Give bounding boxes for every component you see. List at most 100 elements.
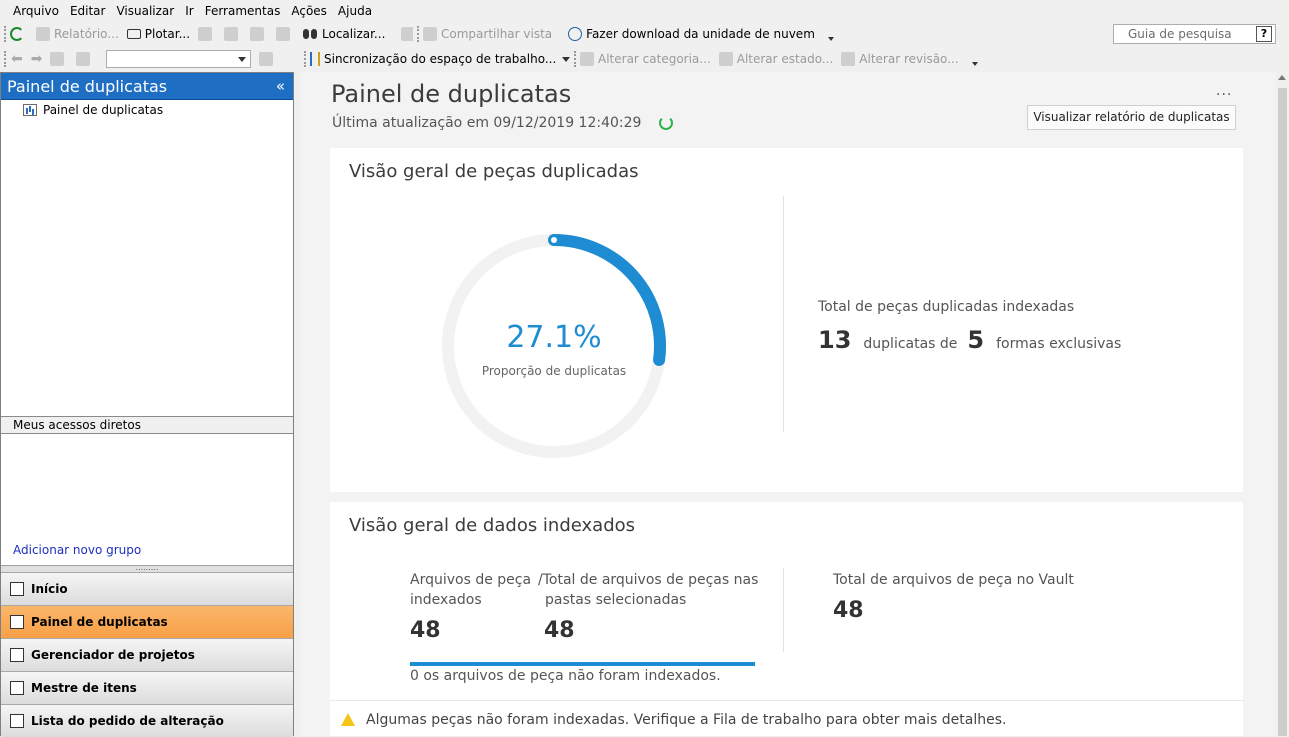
address-combo[interactable]	[106, 50, 252, 68]
change-category-button[interactable]: Alterar categoria...	[580, 52, 711, 66]
find-label: Localizar...	[322, 27, 386, 41]
duplicates-count: 13	[818, 326, 852, 354]
navigation-pane: Painel de duplicatas « Painel de duplica…	[0, 72, 294, 737]
preview-button[interactable]	[224, 27, 242, 41]
warning-text: Algumas peças não foram indexadas. Verif…	[366, 712, 1007, 728]
standard-toolbar: Relatório... Plotar... Localizar...	[0, 23, 439, 45]
nav-duplicates-dashboard[interactable]: Painel de duplicatas	[1, 605, 293, 638]
history-button[interactable]	[259, 52, 277, 66]
plot-button[interactable]: Plotar...	[126, 27, 190, 41]
main-content: Painel de duplicatas Última atualização …	[300, 72, 1276, 736]
sync-toolbar: Sincronização do espaço de trabalho...	[300, 48, 590, 70]
menu-visualizar[interactable]: Visualizar	[116, 4, 174, 18]
report-button[interactable]: Relatório...	[36, 27, 119, 41]
selected-total-value: 48	[544, 618, 575, 643]
state-icon	[718, 52, 733, 66]
collapse-pane-icon[interactable]: «	[276, 77, 285, 95]
project-icon	[10, 648, 24, 662]
nav-project-manager[interactable]: Gerenciador de projetos	[1, 638, 293, 671]
change-state-label: Alterar estado...	[736, 52, 834, 66]
menu-acoes[interactable]: Ações	[291, 4, 327, 18]
vault-total-value: 48	[833, 598, 864, 623]
shortcuts-header: Meus acessos diretos	[1, 416, 293, 434]
binoculars-icon	[302, 27, 318, 41]
duplicates-overview-card: Visão geral de peças duplicadas 27.1% Pr…	[330, 148, 1243, 492]
menu-ajuda[interactable]: Ajuda	[338, 4, 372, 18]
up-folder-button[interactable]	[50, 52, 68, 66]
cloud-toolbar: Compartilhar vista Fazer download da uni…	[413, 23, 834, 45]
change-revision-label: Alterar revisão...	[859, 52, 959, 66]
copy-button[interactable]	[250, 27, 268, 41]
divider	[783, 568, 784, 652]
menu-bar: Arquivo Editar Visualizar Ir Ferramentas…	[0, 0, 1289, 22]
nav-label: Lista do pedido de alteração	[31, 714, 224, 728]
vertical-scrollbar[interactable]	[1276, 72, 1289, 736]
add-group-link[interactable]: Adicionar novo grupo	[13, 543, 141, 557]
help-button[interactable]: ?	[1256, 26, 1272, 42]
category-icon	[580, 52, 594, 66]
report-label: Relatório...	[54, 27, 119, 41]
printer-icon	[126, 29, 141, 39]
cloud-download-button[interactable]: Fazer download da unidade de nuvem	[568, 27, 815, 41]
warning-notice: Algumas peças não foram indexadas. Verif…	[340, 712, 1006, 728]
selected-total-label-1: /Total de arquivos de peças nas	[538, 572, 759, 588]
home-icon	[10, 582, 24, 596]
total-duplicates-label: Total de peças duplicadas indexadas	[818, 299, 1075, 315]
pane-splitter[interactable]: .........	[1, 564, 293, 572]
change-state-button[interactable]: Alterar estado...	[718, 52, 834, 66]
chart-icon	[23, 104, 37, 116]
duplicate-ratio-gauge: 27.1% Proporção de duplicatas	[438, 230, 670, 462]
workspace-sync-dropdown[interactable]: Sincronização do espaço de trabalho...	[310, 52, 571, 66]
share-view-button[interactable]: Compartilhar vista	[423, 27, 552, 41]
nav-item-master[interactable]: Mestre de itens	[1, 671, 293, 704]
indexed-progress-bar	[410, 662, 755, 666]
card-title: Visão geral de peças duplicadas	[349, 161, 639, 182]
card-title: Visão geral de dados indexados	[349, 515, 636, 536]
more-options-icon[interactable]: ···	[1216, 87, 1232, 103]
last-update-text: Última atualização em 09/12/2019 12:40:2…	[332, 115, 642, 131]
preview-icon	[224, 27, 239, 41]
scroll-up-icon[interactable]	[1278, 75, 1286, 80]
pane-toggle-button[interactable]	[76, 52, 94, 66]
change-revision-button[interactable]: Alterar revisão...	[841, 52, 959, 66]
refresh-button[interactable]	[10, 27, 28, 41]
toolbar-grip[interactable]	[417, 26, 419, 42]
navigation-toolbar: ⬅ ➡	[0, 48, 298, 70]
not-indexed-text: 0 os arquivos de peça não foram indexado…	[410, 668, 721, 684]
share-icon	[423, 27, 437, 41]
dropdown-arrow-icon	[238, 57, 247, 62]
toolbar-grip[interactable]	[4, 26, 6, 42]
nav-inicio[interactable]: Início	[1, 572, 293, 605]
arrow-left-icon: ⬅	[11, 51, 23, 67]
pane-icon	[76, 52, 91, 66]
toolbar-grip[interactable]	[4, 51, 7, 67]
cloud-download-label: Fazer download da unidade de nuvem	[586, 27, 815, 41]
menu-arquivo[interactable]: Arquivo	[13, 4, 59, 18]
menu-ferramentas[interactable]: Ferramentas	[205, 4, 281, 18]
workspace-sync-label: Sincronização do espaço de trabalho...	[324, 52, 557, 66]
back-button[interactable]: ⬅	[11, 51, 23, 67]
pane-header: Painel de duplicatas «	[1, 73, 293, 100]
toolbar-grip[interactable]	[304, 51, 306, 67]
nav-change-order-list[interactable]: Lista do pedido de alteração	[1, 704, 293, 737]
print-button[interactable]	[198, 27, 216, 41]
arrow-right-icon: ➡	[30, 51, 43, 67]
find-button[interactable]: Localizar...	[302, 27, 385, 41]
menu-ir[interactable]: Ir	[185, 4, 193, 18]
share-view-label: Compartilhar vista	[441, 27, 553, 41]
view-duplicates-report-button[interactable]: Visualizar relatório de duplicatas	[1027, 105, 1236, 130]
paste-button[interactable]	[276, 27, 294, 41]
sync-icon	[310, 52, 320, 66]
search-input[interactable]	[1114, 25, 1249, 43]
indexed-data-card: Visão geral de dados indexados Arquivos …	[330, 502, 1243, 736]
paste-icon	[276, 27, 291, 41]
forward-button[interactable]: ➡	[31, 51, 43, 67]
menu-editar[interactable]: Editar	[70, 4, 106, 18]
toolbar-grip[interactable]	[574, 51, 576, 67]
refresh-icon[interactable]	[659, 116, 674, 130]
page-title: Painel de duplicatas	[331, 80, 572, 108]
up-folder-icon	[50, 52, 65, 66]
tree-item-duplicates-dashboard[interactable]: Painel de duplicatas	[23, 103, 163, 117]
nav-label: Painel de duplicatas	[31, 615, 168, 629]
scrollbar-thumb[interactable]	[1278, 88, 1287, 736]
